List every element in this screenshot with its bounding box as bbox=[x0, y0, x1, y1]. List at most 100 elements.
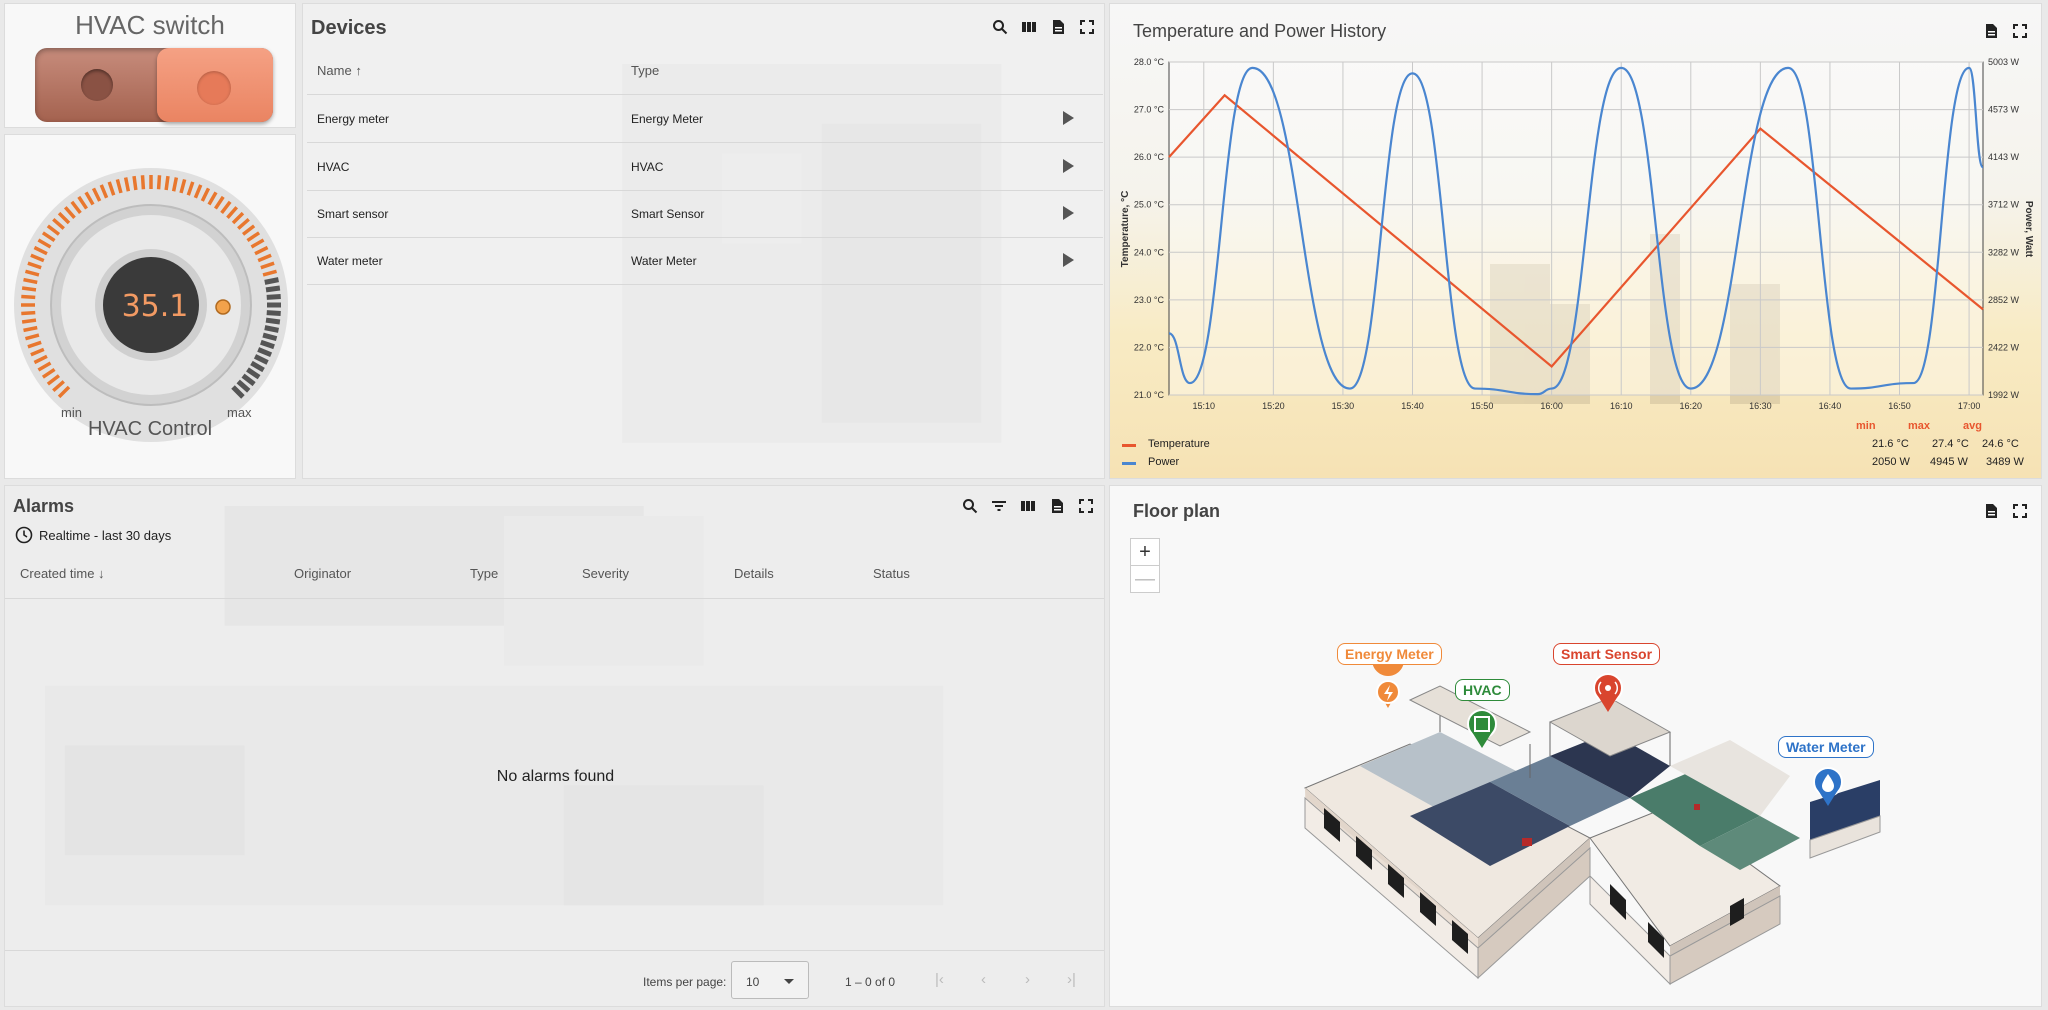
hvac-control-widget: 35.1 min max HVAC Control bbox=[4, 134, 296, 479]
y-tick-label: 26.0 °C bbox=[1134, 152, 1165, 162]
legend-header-max: max bbox=[1908, 420, 1931, 432]
device-type: Smart Sensor bbox=[631, 207, 705, 221]
y-tick-label: 22.0 °C bbox=[1134, 342, 1165, 352]
x-tick-label: 16:40 bbox=[1819, 401, 1842, 411]
smart-sensor-marker-label[interactable]: Smart Sensor bbox=[1553, 643, 1661, 665]
column-header-created-time[interactable]: Created time ↓ bbox=[20, 566, 105, 581]
legend-max-temperature: 27.4 °C bbox=[1932, 438, 1969, 450]
x-tick-label: 16:20 bbox=[1680, 401, 1703, 411]
y2-tick-label: 3712 W bbox=[1988, 200, 2020, 210]
clock-icon[interactable] bbox=[15, 526, 33, 544]
play-icon[interactable] bbox=[1061, 110, 1075, 126]
chart-canvas: 28.0 °C 27.0 °C 26.0 °C 25.0 °C 24.0 °C 23.0 … bbox=[1120, 57, 2034, 411]
switch-on-button[interactable] bbox=[157, 48, 273, 122]
sort-ascending-icon: ↑ bbox=[355, 63, 362, 78]
dial-tick bbox=[21, 294, 36, 300]
legend-label-temperature[interactable]: Temperature bbox=[1148, 438, 1210, 450]
column-header-details[interactable]: Details bbox=[734, 566, 774, 581]
hvac-switch-title: HVAC switch bbox=[75, 10, 225, 40]
y-axis-label: Temperature, °C bbox=[1120, 191, 1131, 268]
x-tick-label: 16:00 bbox=[1540, 401, 1563, 411]
column-header-type[interactable]: Type bbox=[631, 63, 659, 78]
background-photo bbox=[5, 486, 1104, 1006]
x-tick-label: 15:30 bbox=[1332, 401, 1355, 411]
pagination-bar: Items per page: 10 1 – 0 of 0 |‹ ‹ › ›| bbox=[5, 950, 1104, 1006]
export-file-icon[interactable] bbox=[1982, 23, 2000, 41]
y2-tick-label: 2422 W bbox=[1988, 342, 2020, 352]
legend-swatch-temperature bbox=[1122, 444, 1136, 447]
fullscreen-icon[interactable] bbox=[2011, 23, 2029, 41]
device-name: Smart sensor bbox=[317, 207, 389, 221]
play-icon[interactable] bbox=[1061, 158, 1075, 174]
search-icon[interactable] bbox=[991, 19, 1009, 37]
x-tick-label: 15:20 bbox=[1262, 401, 1285, 411]
realtime-interval[interactable]: Realtime - last 30 days bbox=[39, 528, 171, 543]
table-row[interactable]: Smart sensor Smart Sensor bbox=[307, 191, 1103, 238]
device-name: HVAC bbox=[317, 160, 350, 174]
legend-label-power[interactable]: Power bbox=[1148, 456, 1179, 468]
hvac-toggle-switch[interactable] bbox=[29, 44, 279, 127]
y2-tick-label: 4143 W bbox=[1988, 152, 2020, 162]
columns-icon[interactable] bbox=[1019, 498, 1037, 516]
energy-meter-marker-label[interactable]: Energy Meter bbox=[1337, 643, 1442, 665]
items-per-page-label: Items per page: bbox=[643, 975, 727, 989]
fullscreen-icon[interactable] bbox=[1077, 498, 1095, 516]
play-icon[interactable] bbox=[1061, 252, 1075, 268]
column-header-name[interactable]: Name ↑ bbox=[317, 63, 362, 78]
filter-icon[interactable] bbox=[990, 498, 1008, 516]
chart-title: Temperature and Power History bbox=[1133, 21, 1387, 41]
previous-page-icon[interactable]: ‹ bbox=[981, 971, 986, 988]
y2-axis-label: Power, Watt bbox=[2023, 201, 2034, 258]
legend-header-avg: avg bbox=[1963, 420, 1982, 432]
page-range-info: 1 – 0 of 0 bbox=[845, 975, 896, 989]
dial-tick bbox=[21, 286, 37, 292]
legend-max-power: 4945 W bbox=[1930, 456, 1968, 468]
legend-header-min: min bbox=[1856, 420, 1876, 432]
y2-tick-label: 4573 W bbox=[1988, 105, 2020, 115]
dial-tick bbox=[21, 318, 37, 324]
legend-avg-power: 3489 W bbox=[1986, 456, 2024, 468]
next-page-icon[interactable]: › bbox=[1025, 971, 1030, 988]
search-icon[interactable] bbox=[961, 498, 979, 516]
last-page-icon[interactable]: ›| bbox=[1067, 971, 1076, 988]
table-row[interactable]: HVAC HVAC bbox=[307, 144, 1103, 191]
plot-area bbox=[1168, 61, 1984, 396]
temperature-power-chart-widget: 28.0 °C 27.0 °C 26.0 °C 25.0 °C 24.0 °C 23.0 … bbox=[1109, 3, 2042, 479]
column-header-originator[interactable]: Originator bbox=[294, 566, 351, 581]
y-axis-ticks: 28.0 °C 27.0 °C 26.0 °C 25.0 °C 24.0 °C 23.0 … bbox=[1134, 57, 1165, 400]
column-header-severity[interactable]: Severity bbox=[582, 566, 629, 581]
legend-avg-temperature: 24.6 °C bbox=[1982, 438, 2019, 450]
export-file-icon[interactable] bbox=[1048, 498, 1066, 516]
y2-axis-ticks: 5003 W 4573 W 4143 W 3712 W 3282 W 2852 W 2422… bbox=[1988, 57, 2020, 400]
column-header-type[interactable]: Type bbox=[470, 566, 498, 581]
floor-plan-widget: Floor plan + — Energy Meter HVAC Smart S… bbox=[1109, 485, 2042, 1007]
first-page-icon[interactable]: |‹ bbox=[935, 971, 944, 988]
column-header-status[interactable]: Status bbox=[873, 566, 910, 581]
play-icon[interactable] bbox=[1061, 205, 1075, 221]
dial-tick bbox=[265, 317, 281, 325]
export-file-icon[interactable] bbox=[1049, 19, 1067, 37]
columns-icon[interactable] bbox=[1020, 19, 1038, 37]
dial-tick bbox=[264, 277, 279, 285]
x-tick-label: 17:00 bbox=[1958, 401, 1981, 411]
dial-tick bbox=[266, 310, 281, 316]
dial-tick bbox=[132, 175, 138, 191]
device-type: Water Meter bbox=[631, 254, 697, 268]
water-meter-marker-label[interactable]: Water Meter bbox=[1778, 736, 1874, 758]
dial-tick bbox=[262, 332, 278, 342]
device-type: Energy Meter bbox=[631, 112, 704, 126]
device-type: HVAC bbox=[631, 160, 664, 174]
dial-tick bbox=[265, 285, 281, 293]
alarms-title: Alarms bbox=[13, 496, 75, 516]
table-row[interactable]: Energy meter Energy Meter bbox=[307, 96, 1103, 143]
x-tick-label: 16:30 bbox=[1749, 401, 1772, 411]
empty-state-message: No alarms found bbox=[496, 768, 615, 785]
x-tick-label: 15:50 bbox=[1471, 401, 1494, 411]
legend-min-temperature: 21.6 °C bbox=[1872, 438, 1909, 450]
fullscreen-icon[interactable] bbox=[1078, 19, 1096, 37]
table-row[interactable]: Water meter Water Meter bbox=[307, 238, 1103, 285]
items-per-page-select[interactable]: 10 bbox=[731, 961, 809, 999]
hvac-marker-label[interactable]: HVAC bbox=[1455, 679, 1510, 701]
y-tick-label: 23.0 °C bbox=[1134, 295, 1165, 305]
legend-min-power: 2050 W bbox=[1872, 456, 1910, 468]
